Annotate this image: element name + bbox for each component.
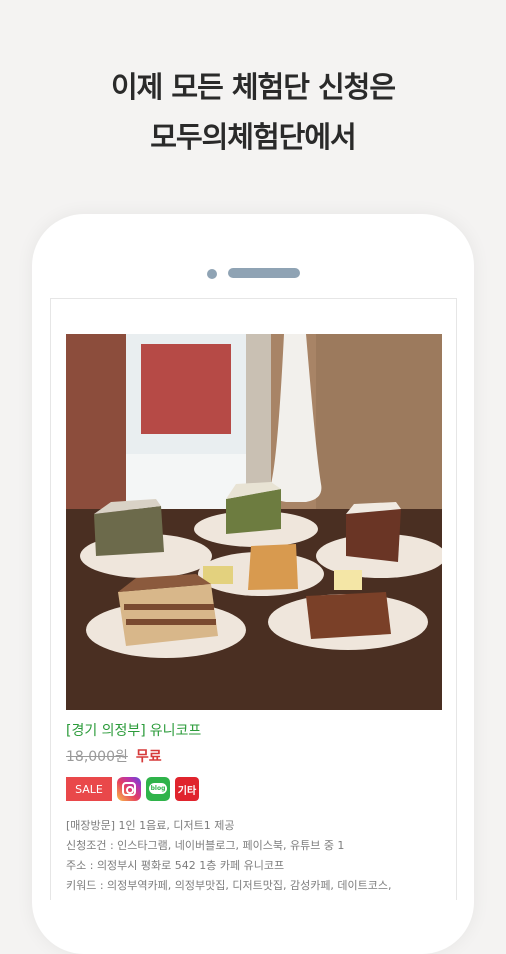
headline-line-1: 이제 모든 체험단 신청은 — [110, 70, 396, 104]
blog-icon: blog — [146, 777, 170, 801]
product-photo[interactable] — [66, 334, 442, 710]
detail-keywords: 키워드 : 의정부역카페, 의정부맛집, 디저트맛집, 감성카페, 데이트코스, — [66, 879, 392, 892]
blog-icon-label: blog — [149, 783, 167, 794]
badge-row: SALE blog 기타 — [66, 776, 199, 802]
headline: 이제 모든 체험단 신청은 모두의체험단에서 — [0, 62, 506, 162]
listing-title[interactable]: [경기 의정부] 유니코프 — [66, 720, 201, 740]
detail-address: 주소 : 의정부시 평화로 542 1층 카페 유니코프 — [66, 859, 285, 872]
original-price: 18,000원 — [66, 749, 128, 765]
listing-region: [경기 의정부] — [66, 723, 146, 739]
listing-details: [매장방문] 1인 1음료, 디저트1 제공 신청조건 : 인스타그램, 네이버… — [66, 816, 392, 896]
speaker-bar — [228, 268, 300, 278]
current-price: 무료 — [135, 749, 162, 765]
detail-conditions: 신청조건 : 인스타그램, 네이버블로그, 페이스북, 유튜브 중 1 — [66, 839, 345, 852]
phone-screen: [경기 의정부] 유니코프 18,000원 무료 SALE blog 기타 [매장방… — [50, 298, 457, 900]
sale-badge: SALE — [66, 777, 112, 801]
listing-store-name: 유니코프 — [149, 723, 202, 739]
etc-badge: 기타 — [175, 777, 199, 801]
instagram-icon — [117, 777, 141, 801]
detail-visit: [매장방문] 1인 1음료, 디저트1 제공 — [66, 819, 235, 832]
headline-line-2: 모두의체험단에서 — [150, 120, 356, 154]
price-line: 18,000원 무료 — [66, 746, 162, 766]
camera-dot — [207, 269, 217, 279]
